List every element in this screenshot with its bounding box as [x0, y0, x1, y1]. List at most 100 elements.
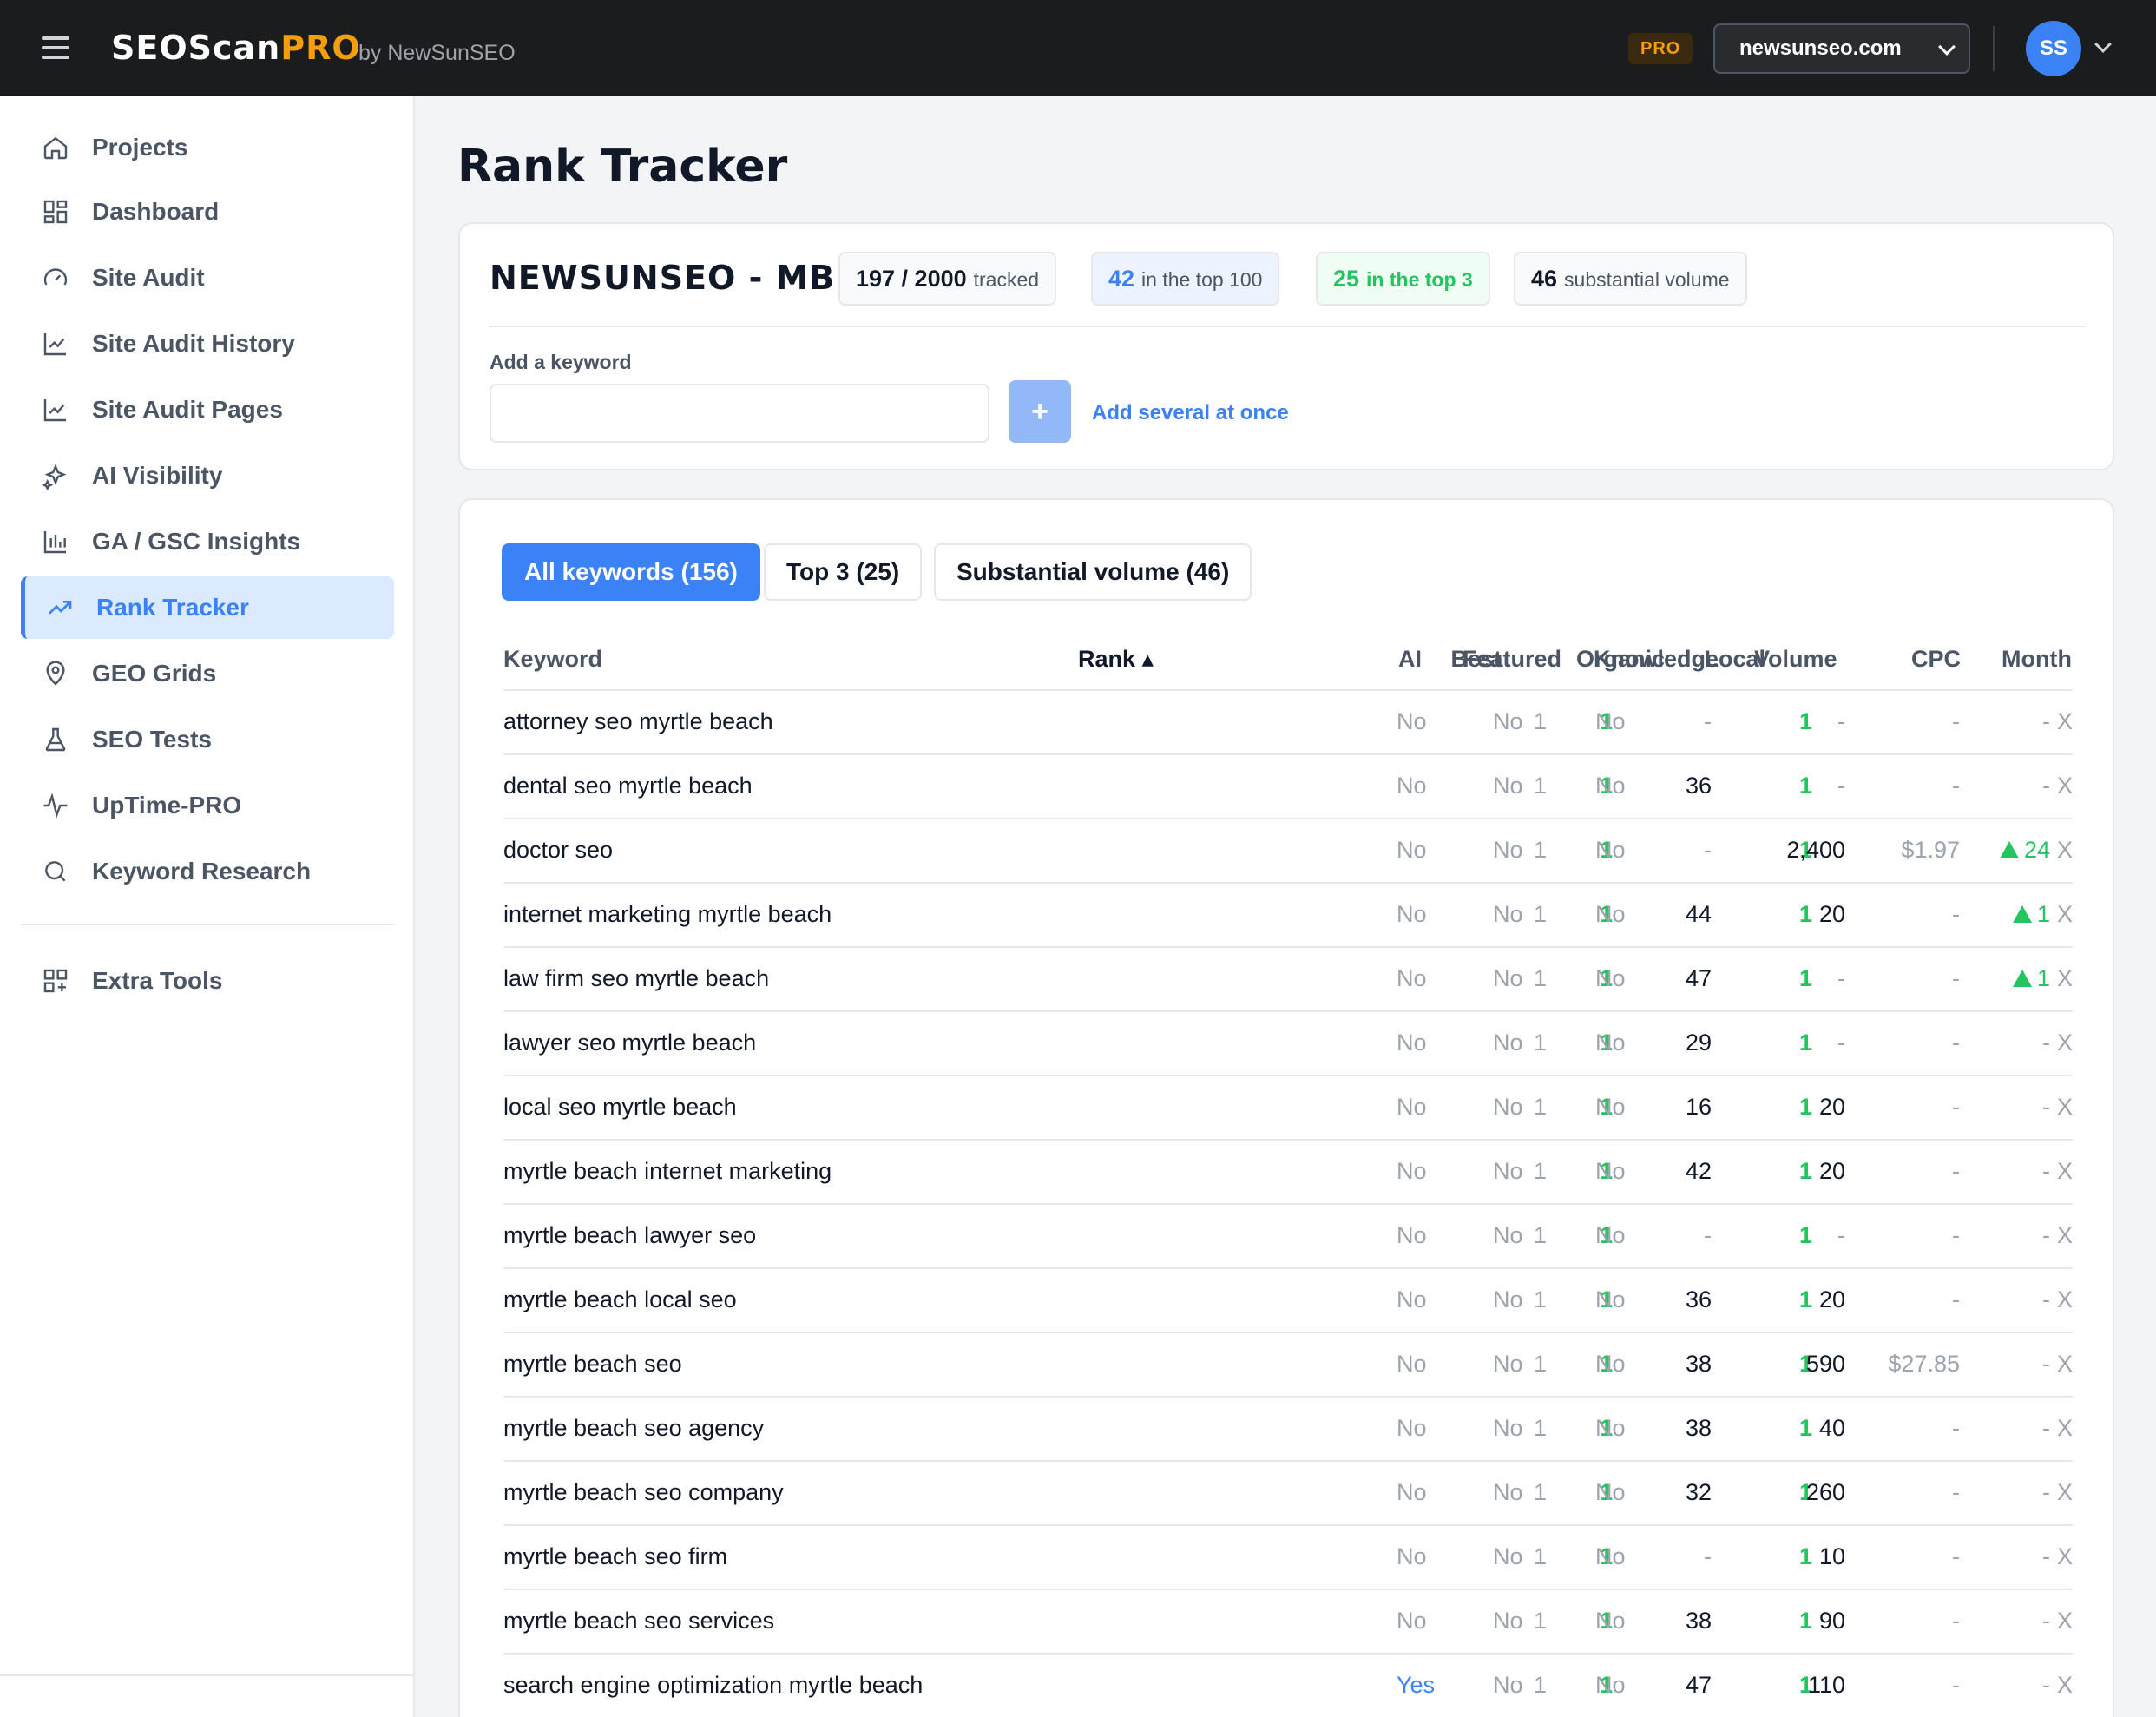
add-keyword-button[interactable]: +	[1009, 380, 1071, 443]
sidebar-item-extra-tools[interactable]: Extra Tools	[21, 950, 394, 1012]
keyword-cell[interactable]: myrtle beach seo firm	[503, 1543, 727, 1570]
delete-keyword-button[interactable]: X	[2057, 1286, 2073, 1312]
column-header-rank[interactable]: Rank ▴	[1078, 646, 1154, 673]
sidebar-item-label: Extra Tools	[92, 967, 223, 994]
organic-cell: 47	[1685, 965, 1712, 991]
table-row[interactable]: doctor seo 1 1-1 No No No 2,400 $1.97 24 X	[503, 818, 2073, 882]
avatar[interactable]: SS	[2026, 21, 2081, 76]
sidebar-item-ai-visibility[interactable]: AI Visibility	[21, 444, 394, 507]
cpc-cell: $1.97	[1901, 837, 1960, 863]
table-row[interactable]: law firm seo myrtle beach 1 1 47 1 No No No - - 1 X	[503, 946, 2073, 1010]
keyword-cell[interactable]: myrtle beach internet marketing	[503, 1158, 832, 1185]
keyword-cell[interactable]: myrtle beach seo	[503, 1351, 682, 1378]
delete-keyword-button[interactable]: X	[2057, 1543, 2073, 1569]
table-row[interactable]: local seo myrtle beach 1 1 16 1 No No No 20- - X	[503, 1075, 2073, 1139]
delete-keyword-button[interactable]: X	[2057, 901, 2073, 927]
delete-keyword-button[interactable]: X	[2057, 708, 2073, 734]
featured-cell: No	[1493, 1351, 1523, 1377]
table-row[interactable]: myrtle beach seo services 1 1 38 1 No No No 90- -…	[503, 1589, 2073, 1653]
keyword-cell[interactable]: myrtle beach seo agency	[503, 1415, 764, 1442]
column-header-cpc[interactable]: CPC	[1911, 646, 1961, 673]
featured-cell: No	[1493, 1543, 1523, 1569]
brand-by-line: by NewSunSEO	[358, 41, 516, 65]
sidebar-item-keyword-research[interactable]: Keyword Research	[21, 840, 394, 903]
trend-up-icon	[2012, 970, 2032, 987]
sidebar-item-geo-grids[interactable]: GEO Grids	[21, 642, 394, 705]
keyword-cell[interactable]: dental seo myrtle beach	[503, 773, 753, 799]
table-row[interactable]: attorney seo myrtle beach 1 1-1 No No No - - - X	[503, 689, 2073, 753]
organic-cell: 47	[1685, 1672, 1712, 1698]
sidebar-item-seo-tests[interactable]: SEO Tests	[21, 708, 394, 771]
table-row[interactable]: myrtle beach seo company 1 1 32 1 No No No 260- -…	[503, 1460, 2073, 1524]
table-row[interactable]: search engine optimization myrtle beach 1…	[503, 1653, 2073, 1717]
tab-top-3[interactable]: Top 3 (25)	[764, 543, 923, 601]
column-header-knowledge[interactable]: Knowledge	[1594, 646, 1719, 673]
keyword-cell[interactable]: internet marketing myrtle beach	[503, 901, 832, 928]
sidebar-item-site-audit-pages[interactable]: Site Audit Pages	[21, 378, 394, 441]
line-chart-icon	[43, 399, 66, 422]
delete-keyword-button[interactable]: X	[2057, 1608, 2073, 1634]
sidebar-item-site-audit[interactable]: Site Audit	[21, 247, 394, 309]
sidebar-item-site-audit-history[interactable]: Site Audit History	[21, 312, 394, 375]
column-header-ai[interactable]: AI	[1398, 646, 1422, 673]
month-cell: -X	[2042, 1415, 2073, 1442]
featured-cell: No	[1493, 773, 1523, 799]
cpc-cell: -	[1952, 1030, 1960, 1056]
sidebar-item-uptime-pro[interactable]: UpTime-PRO	[21, 774, 394, 837]
table-row[interactable]: myrtle beach internet marketing 1 1 42 1 No No…	[503, 1139, 2073, 1203]
brand-logo[interactable]: SEOScanPRO	[111, 29, 361, 67]
stat-value: 25	[1333, 266, 1360, 292]
keyword-cell[interactable]: myrtle beach local seo	[503, 1286, 737, 1313]
delete-keyword-button[interactable]: X	[2057, 1415, 2073, 1441]
column-header-keyword[interactable]: Keyword	[503, 646, 602, 673]
table-row[interactable]: myrtle beach seo firm 1 1-1 No No No 10- - X	[503, 1524, 2073, 1589]
keyword-cell[interactable]: local seo myrtle beach	[503, 1094, 737, 1121]
delete-keyword-button[interactable]: X	[2057, 965, 2073, 991]
delete-keyword-button[interactable]: X	[2057, 1030, 2073, 1056]
sidebar-item-dashboard[interactable]: Dashboard	[21, 181, 394, 243]
hamburger-menu-icon[interactable]	[42, 36, 69, 59]
keyword-cell[interactable]: attorney seo myrtle beach	[503, 708, 773, 735]
table-row[interactable]: myrtle beach seo agency 1 1 38 1 No No No 40- - X	[503, 1396, 2073, 1460]
best-cell: 1	[1533, 1286, 1547, 1312]
sidebar-item-projects[interactable]: Projects	[21, 116, 394, 179]
delete-keyword-button[interactable]: X	[2057, 1094, 2073, 1120]
table-row[interactable]: myrtle beach seo 1 1 38 1 No No No 590 $27.85- X	[503, 1332, 2073, 1396]
table-row[interactable]: internet marketing myrtle beach 1 1 44 1 No No…	[503, 882, 2073, 946]
local-cell: 1	[1798, 1222, 1812, 1248]
tab-all-keywords[interactable]: All keywords (156)	[502, 543, 760, 601]
delete-keyword-button[interactable]: X	[2057, 1479, 2073, 1505]
keyword-cell[interactable]: myrtle beach seo company	[503, 1479, 784, 1506]
column-header-month[interactable]: Month	[2002, 646, 2072, 673]
keyword-cell[interactable]: myrtle beach lawyer seo	[503, 1222, 756, 1249]
column-header-featured[interactable]: Featured	[1463, 646, 1561, 673]
delete-keyword-button[interactable]: X	[2057, 1351, 2073, 1377]
keyword-cell[interactable]: law firm seo myrtle beach	[503, 965, 769, 992]
delete-keyword-button[interactable]: X	[2057, 773, 2073, 799]
column-header-volume[interactable]: Volume	[1754, 646, 1837, 673]
stat-value: 42	[1108, 266, 1135, 292]
sidebar-item-rank-tracker[interactable]: Rank Tracker	[21, 576, 394, 639]
add-keyword-input[interactable]	[490, 384, 989, 443]
local-cell: 1	[1798, 1094, 1812, 1120]
tab-substantial-volume[interactable]: Substantial volume (46)	[934, 543, 1252, 601]
add-several-link[interactable]: Add several at once	[1092, 401, 1289, 425]
local-cell: 1	[1798, 708, 1812, 734]
keyword-cell[interactable]: myrtle beach seo services	[503, 1608, 774, 1635]
delete-keyword-button[interactable]: X	[2057, 1158, 2073, 1184]
table-row[interactable]: myrtle beach lawyer seo 1 1-1 No No No - - - X	[503, 1203, 2073, 1267]
keyword-cell[interactable]: doctor seo	[503, 837, 613, 864]
delete-keyword-button[interactable]: X	[2057, 1222, 2073, 1248]
keyword-cell[interactable]: search engine optimization myrtle beach	[503, 1672, 923, 1699]
chevron-down-icon[interactable]	[2094, 36, 2112, 53]
site-selector[interactable]: newsunseo.com	[1713, 23, 1970, 74]
table-row[interactable]: myrtle beach local seo 1 1 36 1 No No No 20- - X	[503, 1267, 2073, 1332]
best-cell: 1	[1533, 708, 1547, 734]
knowledge-cell: No	[1595, 1286, 1626, 1312]
table-row[interactable]: lawyer seo myrtle beach 1 1 29 1 No No No - - - X	[503, 1010, 2073, 1075]
delete-keyword-button[interactable]: X	[2057, 1672, 2073, 1698]
sidebar-item-ga-gsc-insights[interactable]: GA / GSC Insights	[21, 510, 394, 573]
table-row[interactable]: dental seo myrtle beach 1 1 36 1 No No No - - - X	[503, 753, 2073, 818]
keyword-cell[interactable]: lawyer seo myrtle beach	[503, 1030, 756, 1056]
delete-keyword-button[interactable]: X	[2057, 837, 2073, 863]
